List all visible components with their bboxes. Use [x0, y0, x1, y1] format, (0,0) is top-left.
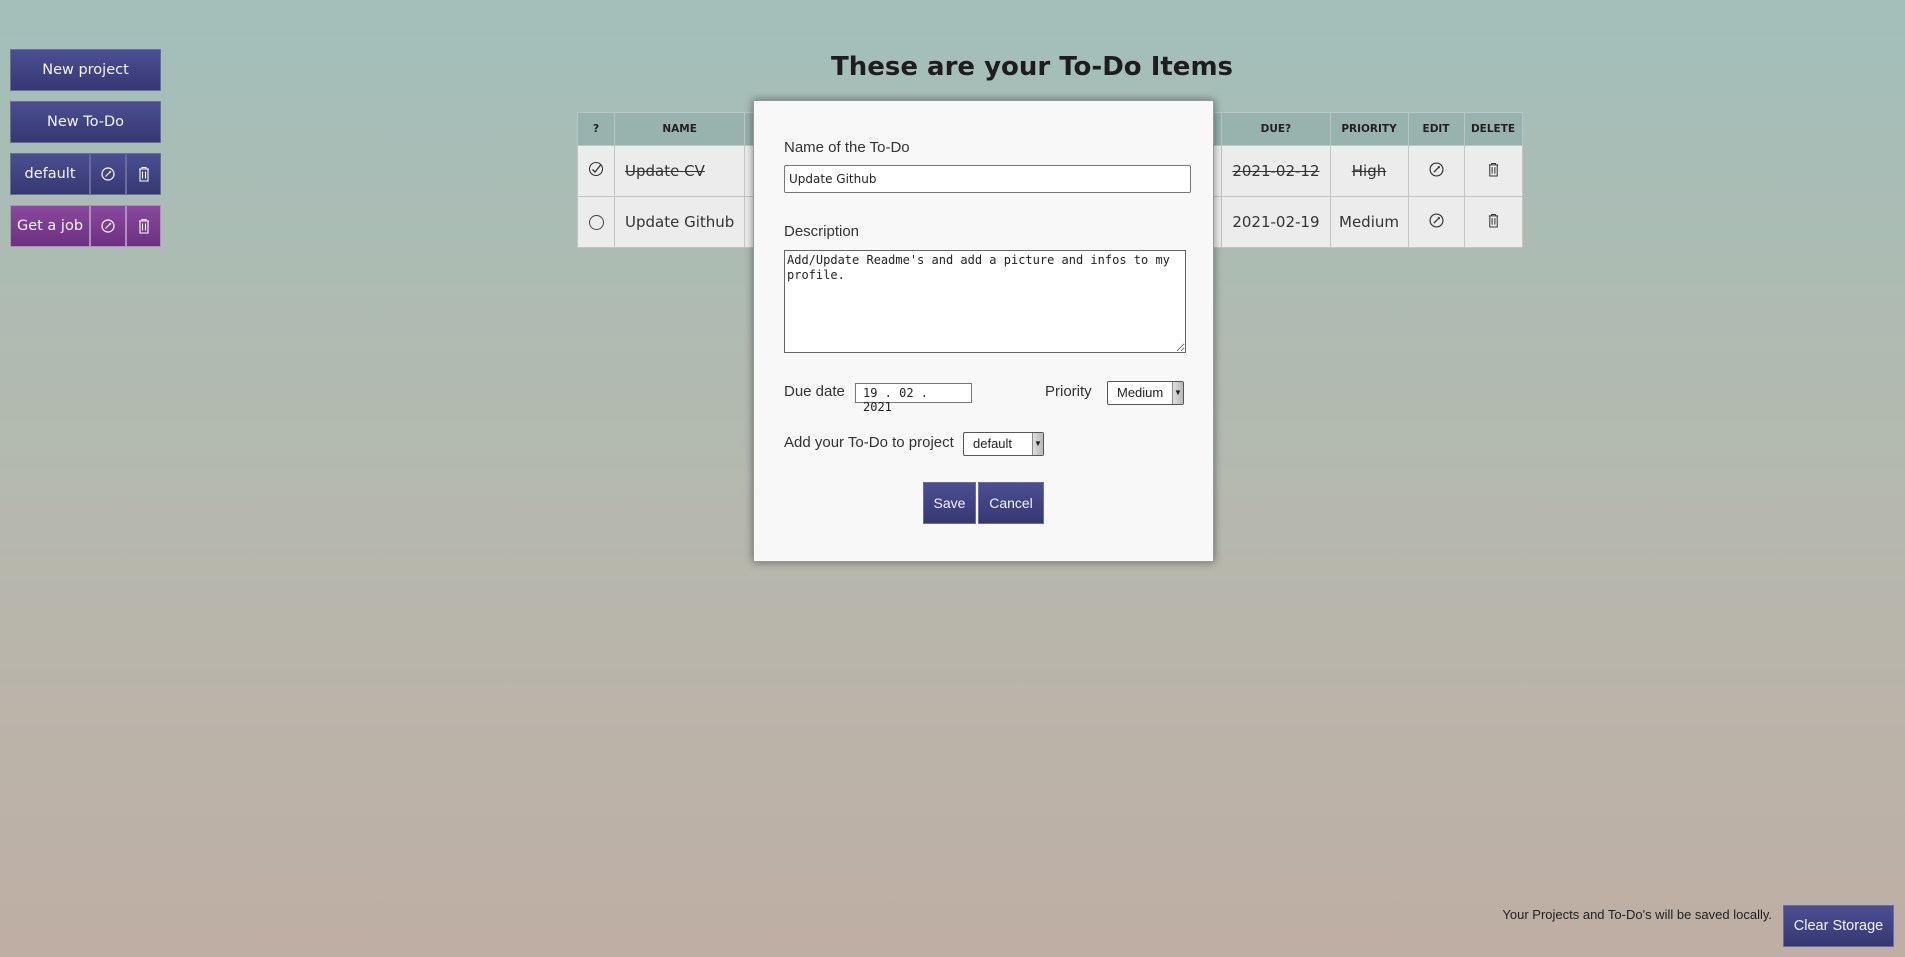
delete-todo-icon[interactable] [1463, 145, 1523, 197]
page-title: These are your To-Do Items [830, 52, 1234, 82]
name-label: Name of the To-Do [784, 139, 910, 156]
edit-todo-modal: Name of the To-Do Description Due date 1… [753, 100, 1214, 562]
description-label: Description [784, 223, 860, 240]
todo-name: Update Github [613, 196, 746, 248]
header-name: NAME [613, 112, 746, 146]
todo-due: 2021-02-12 [1221, 145, 1331, 197]
new-todo-button[interactable]: New To-Do [10, 101, 161, 143]
project-label: Add your To-Do to project [784, 434, 954, 451]
save-button[interactable]: Save [923, 482, 976, 524]
todo-priority: High [1329, 145, 1409, 197]
due-date-label: Due date [784, 383, 845, 400]
clear-storage-button[interactable]: Clear Storage [1783, 905, 1894, 947]
header-edit: EDIT [1407, 112, 1465, 146]
project-item-default: default [10, 153, 161, 195]
priority-select[interactable]: Medium ▼ [1107, 381, 1184, 405]
unchecked-circle-icon[interactable] [588, 215, 604, 230]
todo-name-input[interactable] [784, 165, 1191, 193]
project-select[interactable]: default ▼ [963, 432, 1044, 456]
todo-priority: Medium [1329, 196, 1409, 248]
cancel-button[interactable]: Cancel [978, 482, 1044, 524]
todo-name: Update CV [613, 145, 746, 197]
header-done: ? [577, 112, 615, 146]
priority-label: Priority [1045, 383, 1092, 400]
header-priority: PRIORITY [1329, 112, 1409, 146]
done-toggle[interactable] [577, 145, 615, 197]
header-due: DUE? [1221, 112, 1331, 146]
edit-project-icon[interactable] [90, 153, 126, 195]
done-toggle[interactable] [577, 196, 615, 248]
delete-project-icon[interactable] [126, 153, 161, 195]
description-textarea[interactable] [784, 250, 1186, 353]
checked-circle-icon[interactable] [588, 161, 604, 177]
project-name-button[interactable]: default [10, 153, 90, 195]
header-delete: DELETE [1463, 112, 1523, 146]
delete-project-icon[interactable] [126, 205, 161, 247]
edit-todo-icon[interactable] [1407, 145, 1465, 197]
due-date-input[interactable]: 19 . 02 . 2021 [855, 383, 972, 414]
new-project-button[interactable]: New project [10, 49, 161, 91]
edit-project-icon[interactable] [90, 205, 126, 247]
storage-note: Your Projects and To-Do's will be saved … [1502, 907, 1772, 922]
priority-selected-value: Medium [1117, 385, 1164, 400]
project-item-get-a-job: Get a job [10, 205, 161, 247]
edit-todo-icon[interactable] [1407, 196, 1465, 248]
project-selected-value: default [973, 436, 1013, 451]
sidebar: New project New To-Do default Get a job [10, 49, 161, 257]
chevron-down-icon: ▼ [1032, 433, 1043, 455]
project-name-button[interactable]: Get a job [10, 205, 90, 247]
chevron-down-icon: ▼ [1172, 382, 1183, 404]
delete-todo-icon[interactable] [1463, 196, 1523, 248]
todo-due: 2021-02-19 [1221, 196, 1331, 248]
